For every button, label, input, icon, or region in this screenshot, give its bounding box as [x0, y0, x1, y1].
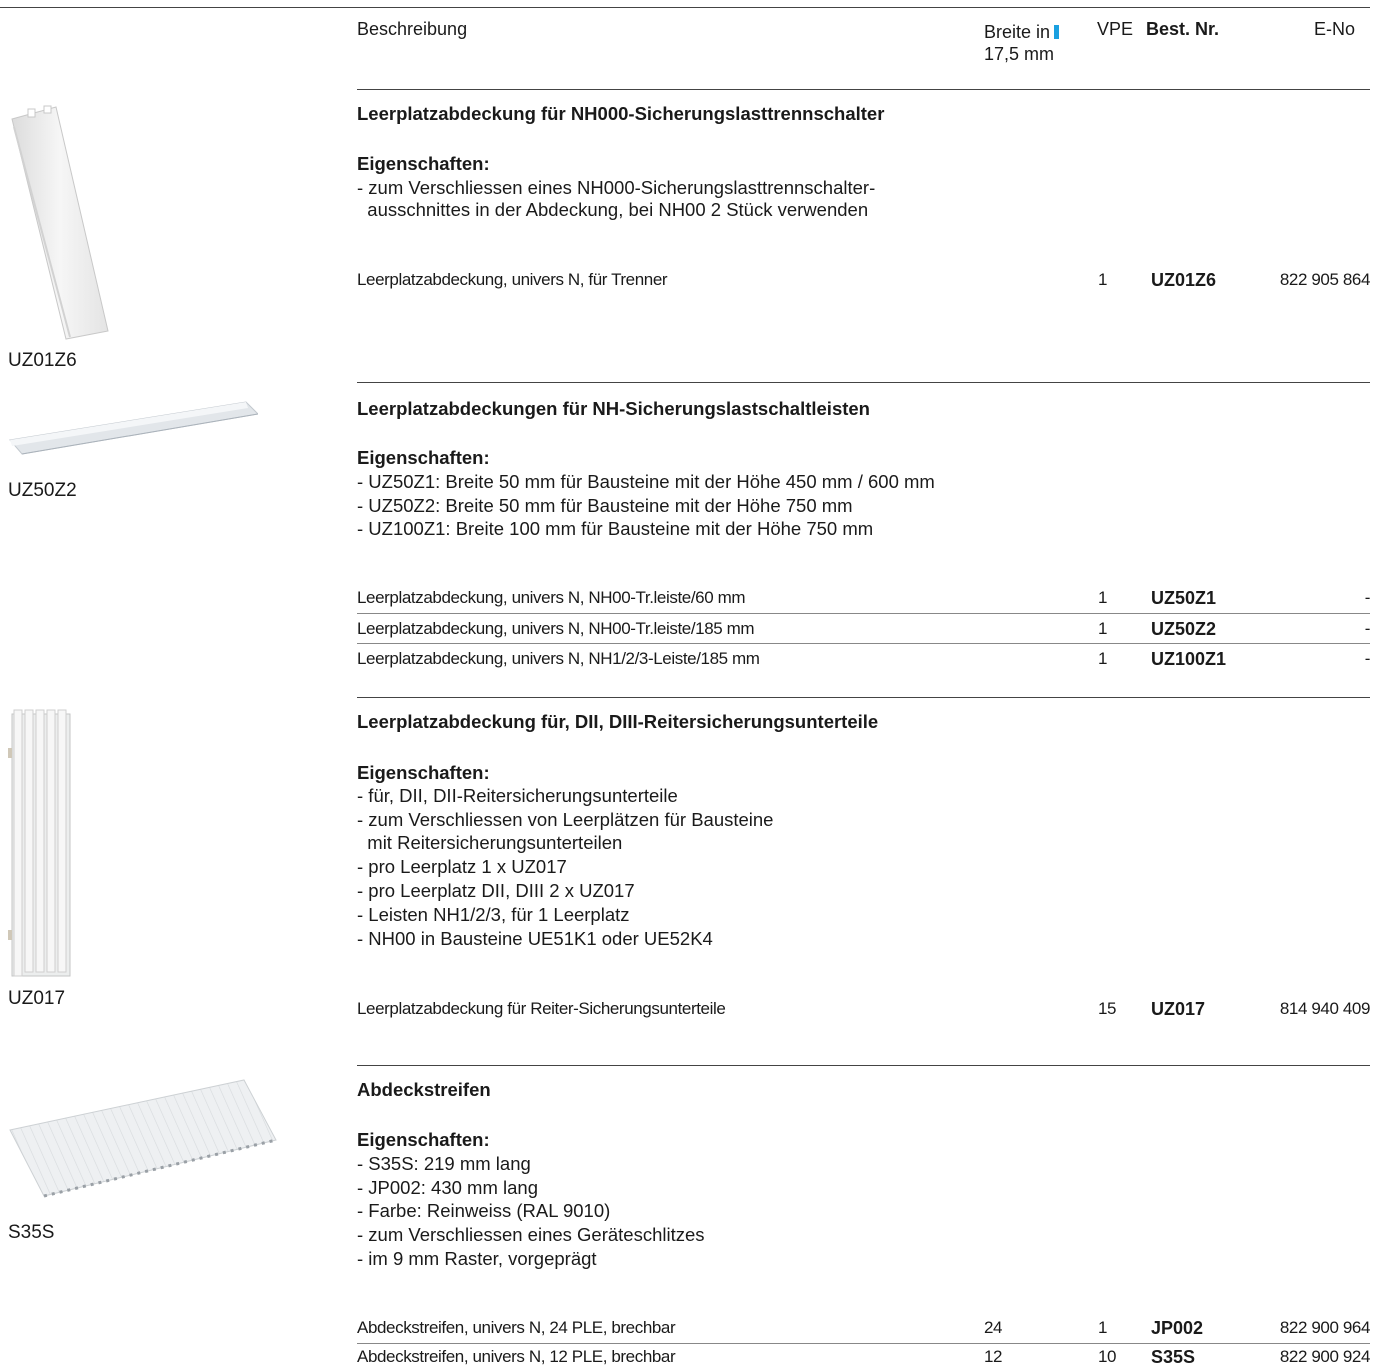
- row-eno: 822 905 864: [1279, 270, 1371, 289]
- section-title: Abdeckstreifen: [357, 1079, 491, 1100]
- row-eno: -: [1364, 619, 1371, 638]
- row-description: Leerplatzabdeckung, univers N, NH1/2/3-L…: [357, 649, 760, 668]
- column-header-width: Breite in 17,5 mm: [984, 21, 1060, 65]
- table-row: Abdeckstreifen, univers N, 24 PLE, brech…: [357, 1318, 1370, 1340]
- table-row: Leerplatzabdeckung für Reiter-Sicherungs…: [357, 999, 1370, 1021]
- property-line: - S35S: 219 mm lang: [357, 1153, 531, 1174]
- row-description: Leerplatzabdeckung, univers N, NH00-Tr.l…: [357, 619, 755, 638]
- row-width: 12: [984, 1347, 1003, 1366]
- image-caption: UZ01Z6: [8, 350, 77, 371]
- section-title: Leerplatzabdeckung für, DII, DIII-Reiter…: [357, 711, 879, 732]
- property-line: - zum Verschliessen eines Geräteschlitze…: [357, 1224, 705, 1245]
- row-vpe: 1: [1098, 270, 1108, 289]
- table-row: Leerplatzabdeckung, univers N, NH00-Tr.l…: [357, 619, 1370, 641]
- row-eno: -: [1364, 588, 1371, 607]
- table-row: Leerplatzabdeckung, univers N, NH1/2/3-L…: [357, 649, 1370, 671]
- row-vpe: 10: [1098, 1347, 1117, 1366]
- row-order-number: UZ01Z6: [1151, 270, 1217, 290]
- row-eno: -: [1364, 649, 1371, 668]
- properties-label: Eigenschaften:: [357, 762, 490, 783]
- row-vpe: 1: [1098, 649, 1108, 668]
- column-header-eno: E-No: [1314, 19, 1356, 39]
- column-header-width-line2: 17,5 mm: [984, 44, 1055, 64]
- section-rule: [357, 382, 1370, 383]
- image-caption: UZ50Z2: [8, 480, 77, 501]
- row-description: Leerplatzabdeckung, univers N, NH00-Tr.l…: [357, 588, 746, 607]
- section-title: Leerplatzabdeckung für NH000-Sicherungsl…: [357, 103, 885, 124]
- image-caption: S35S: [8, 1222, 55, 1243]
- row-order-number: UZ50Z1: [1151, 588, 1217, 608]
- row-eno: 814 940 409: [1279, 999, 1371, 1018]
- row-vpe: 15: [1098, 999, 1117, 1018]
- table-row: Leerplatzabdeckung, univers N, für Trenn…: [357, 270, 1370, 292]
- row-order-number: UZ017: [1151, 999, 1206, 1019]
- section-rule: [357, 89, 1370, 90]
- section-title: Leerplatzabdeckungen für NH-Sicherungsla…: [357, 398, 870, 419]
- property-line: - pro Leerplatz DII, DIII 2 x UZ017: [357, 880, 635, 901]
- row-description: Abdeckstreifen, univers N, 24 PLE, brech…: [357, 1318, 676, 1337]
- properties-label: Eigenschaften:: [357, 447, 490, 468]
- image-caption: UZ017: [8, 988, 66, 1009]
- row-divider: [357, 613, 1370, 614]
- section-rule: [357, 1065, 1370, 1066]
- product-image-uz01z6: [11, 105, 109, 340]
- row-divider: [357, 1343, 1370, 1344]
- property-line: - NH00 in Bausteine UE51K1 oder UE52K4: [357, 928, 713, 949]
- product-image-uz50z2: [9, 401, 258, 455]
- row-order-number: UZ50Z2: [1151, 619, 1217, 639]
- table-row: Abdeckstreifen, univers N, 12 PLE, brech…: [357, 1347, 1370, 1369]
- property-line: - zum Verschliessen eines NH000-Sicherun…: [357, 177, 876, 198]
- property-line: - UZ50Z2: Breite 50 mm für Bausteine mit…: [357, 495, 853, 516]
- table-row: Leerplatzabdeckung, univers N, NH00-Tr.l…: [357, 588, 1370, 610]
- row-order-number: S35S: [1151, 1347, 1196, 1367]
- row-width: 24: [984, 1318, 1003, 1337]
- property-line: - pro Leerplatz 1 x UZ017: [357, 856, 567, 877]
- property-line: mit Reitersicherungsunterteilen: [357, 832, 623, 853]
- row-vpe: 1: [1098, 1318, 1108, 1337]
- property-line: - UZ100Z1: Breite 100 mm für Bausteine m…: [357, 518, 874, 539]
- properties-label: Eigenschaften:: [357, 153, 490, 174]
- product-image-s35s: [9, 1079, 277, 1198]
- row-eno: 822 900 924: [1279, 1347, 1371, 1366]
- product-image-uz017: [8, 709, 71, 977]
- property-line: - Leisten NH1/2/3, für 1 Leerplatz: [357, 904, 630, 925]
- column-header-width-line1: Breite in: [984, 22, 1051, 42]
- row-vpe: 1: [1098, 588, 1108, 607]
- column-header-vpe: VPE: [1097, 19, 1134, 39]
- row-divider: [357, 643, 1370, 644]
- property-line: ausschnittes in der Abdeckung, bei NH00 …: [357, 199, 869, 220]
- property-line: - im 9 mm Raster, vorgeprägt: [357, 1248, 597, 1269]
- row-order-number: UZ100Z1: [1151, 649, 1227, 669]
- property-line: - UZ50Z1: Breite 50 mm für Bausteine mit…: [357, 471, 935, 492]
- property-line: - JP002: 430 mm lang: [357, 1177, 538, 1198]
- property-line: - Farbe: Reinweiss (RAL 9010): [357, 1200, 611, 1221]
- accent-marker-icon: [1054, 25, 1060, 39]
- row-eno: 822 900 964: [1279, 1318, 1371, 1337]
- row-description: Abdeckstreifen, univers N, 12 PLE, brech…: [357, 1347, 676, 1366]
- row-vpe: 1: [1098, 619, 1108, 638]
- section-rule: [357, 697, 1370, 698]
- column-header-best-nr: Best. Nr.: [1146, 19, 1220, 39]
- property-line: - zum Verschliessen von Leerplätzen für …: [357, 809, 774, 830]
- row-description: Leerplatzabdeckung, univers N, für Trenn…: [357, 270, 668, 289]
- row-description: Leerplatzabdeckung für Reiter-Sicherungs…: [357, 999, 726, 1018]
- properties-label: Eigenschaften:: [357, 1129, 490, 1150]
- property-line: - für, DII, DII-Reitersicherungsuntertei…: [357, 785, 678, 806]
- row-order-number: JP002: [1151, 1318, 1204, 1338]
- top-rule: [0, 7, 1370, 8]
- column-header-description: Beschreibung: [357, 19, 468, 39]
